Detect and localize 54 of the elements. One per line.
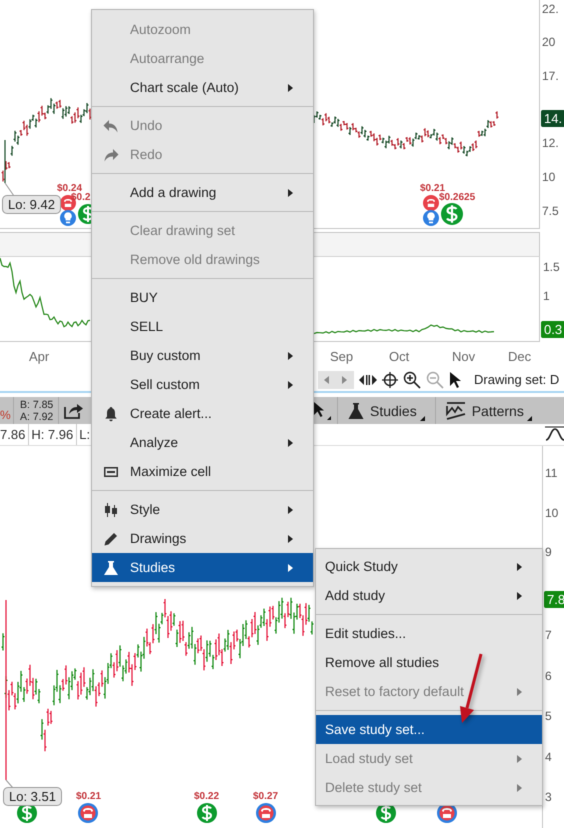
quote-cell: H: 7.96	[31, 424, 78, 445]
dividend-amount: $0.22	[194, 791, 220, 802]
low-price-callout: Lo: 9.42	[2, 195, 61, 214]
low-price-callout: Lo: 3.51	[3, 787, 62, 806]
axis-label: 5	[545, 709, 552, 723]
bid-price: B: 7.85	[20, 398, 54, 410]
time-axis-label: Apr	[29, 349, 50, 364]
menu-item[interactable]: Quick Study	[316, 552, 542, 581]
menu-item[interactable]: Edit studies...	[316, 619, 542, 648]
axis-label: 3	[545, 790, 552, 804]
menu-item[interactable]: Chart scale (Auto)	[92, 73, 313, 102]
axis-label: 10	[542, 170, 556, 184]
axis-label: 4	[545, 750, 552, 764]
last-value-tag: 0.3	[541, 321, 564, 338]
menu-item[interactable]: Sell custom	[92, 370, 313, 399]
axis-label: 7.5	[542, 204, 559, 218]
axis-label: 10	[545, 506, 558, 520]
dividend-amount: $0.2625	[439, 192, 476, 203]
time-axis-label: Oct	[389, 349, 410, 364]
menu-item[interactable]: Save study set...	[316, 715, 542, 744]
menu-item[interactable]: SELL	[92, 312, 313, 341]
axis-label: 20	[542, 35, 556, 49]
menu-item[interactable]: Create alert...	[92, 399, 313, 428]
axis-label: 7	[545, 628, 552, 642]
dividend-amount: $0.24	[57, 183, 82, 194]
axis-label: 1.5	[543, 260, 560, 274]
menu-item[interactable]: Add a drawing	[92, 178, 313, 207]
menu-item[interactable]: Remove all studies	[316, 648, 542, 677]
axis-label: 9	[545, 545, 552, 559]
axis-label: 22.	[542, 2, 559, 16]
quote-cell: 7.86	[0, 424, 30, 445]
axis-label: 12.	[542, 136, 559, 150]
menu-item[interactable]: Maximize cell	[92, 457, 313, 486]
dividend-amount: $0.21	[76, 791, 102, 802]
axis-label: 1	[543, 289, 550, 303]
menu-item[interactable]: Drawings	[92, 524, 313, 553]
dividend-amount: $0.21	[420, 183, 446, 194]
menu-item[interactable]: Buy custom	[92, 341, 313, 370]
time-axis-label: Dec	[508, 349, 532, 364]
dividend-amount: $0.27	[253, 791, 278, 802]
axis-label: 17.	[542, 69, 559, 83]
menu-item[interactable]: BUY	[92, 283, 313, 312]
menu-item[interactable]: Style	[92, 495, 313, 524]
menu-item[interactable]: Add study	[316, 581, 542, 610]
time-axis-label: Nov	[452, 349, 476, 364]
menu-item[interactable]: Studies	[92, 553, 313, 582]
drawing-set-label[interactable]: Drawing set: D	[474, 372, 560, 387]
menu-item[interactable]: Analyze	[92, 428, 313, 457]
axis-label: 11	[545, 466, 558, 480]
ask-price: A: 7.92	[20, 410, 54, 422]
time-axis-label: Sep	[330, 349, 354, 364]
last-price-tag: 14.	[541, 110, 564, 127]
axis-label: 6	[545, 669, 552, 683]
percent-change: %	[0, 397, 14, 424]
